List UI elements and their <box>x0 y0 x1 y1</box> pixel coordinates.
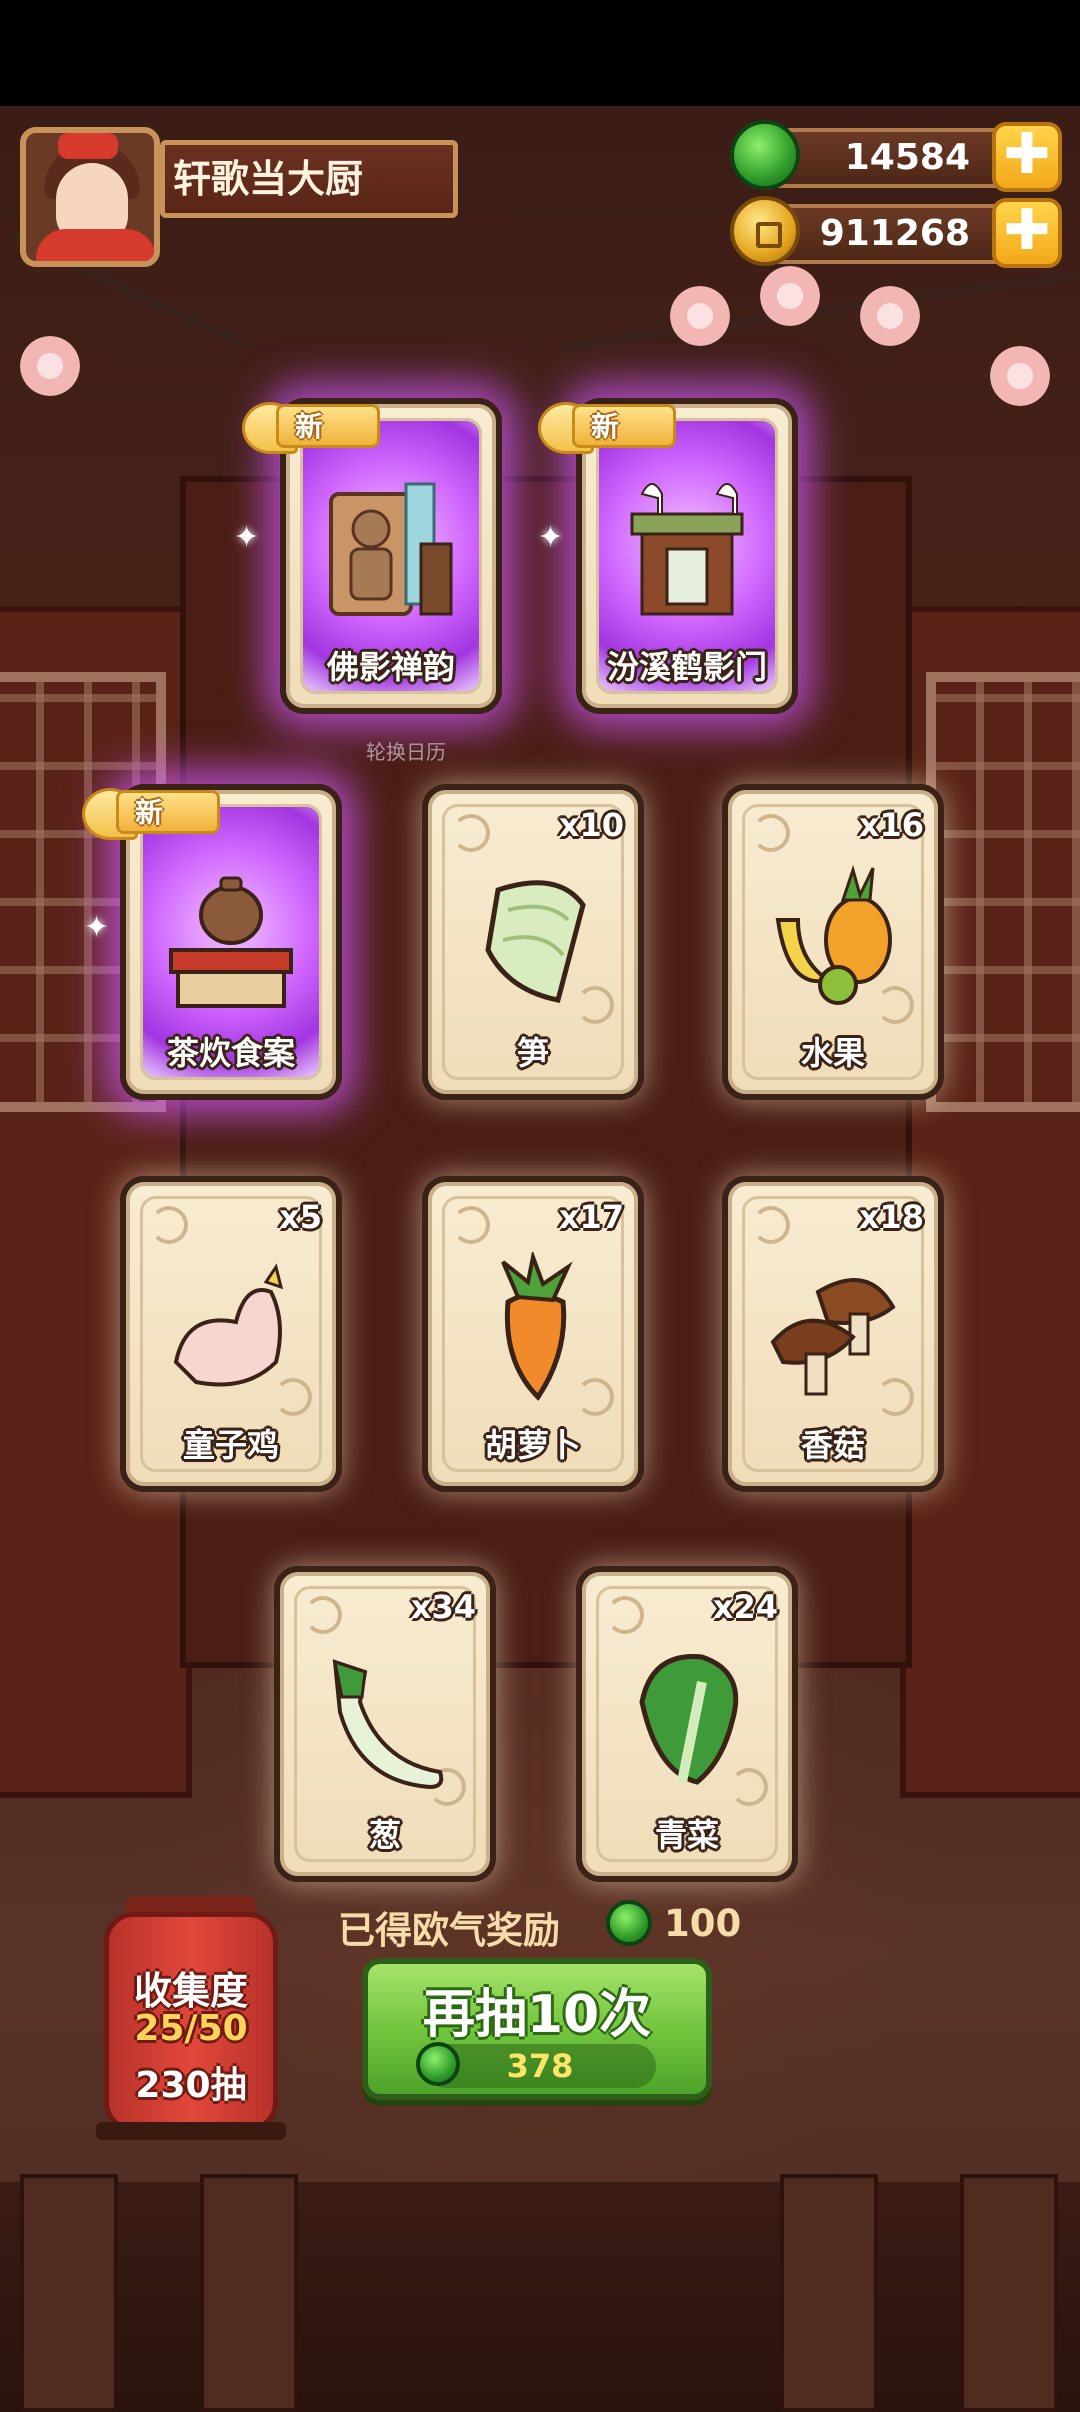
jade-icon <box>606 1900 652 1946</box>
reward-card[interactable]: 新 佛影禅韵 <box>242 398 502 714</box>
card-name: 汾溪鹤影门 <box>606 648 767 686</box>
card-quantity: x34 <box>410 1588 476 1626</box>
card-quantity: x16 <box>858 806 924 844</box>
new-badge: 新 <box>82 782 232 842</box>
collection-label: 收集度 <box>133 1969 248 2013</box>
branch <box>561 269 1079 353</box>
sparkle-icon: ✦ <box>234 520 260 555</box>
blossom <box>860 286 920 346</box>
bok-choy-icon <box>639 1654 739 1785</box>
card-name: 青菜 <box>654 1816 719 1854</box>
reward-card[interactable]: x34 葱 <box>274 1566 496 1882</box>
crane-gate-icon <box>630 483 744 616</box>
reward-amount: 100 <box>664 1902 742 1945</box>
coin-icon <box>730 196 800 266</box>
jade-icon <box>730 120 800 190</box>
reward-label: 已得欧气奖励 <box>338 1909 560 1952</box>
scallion-icon <box>332 1659 444 1790</box>
reward-card[interactable]: x10 笋 <box>422 784 644 1100</box>
card-quantity: x17 <box>558 1198 624 1236</box>
reward-card[interactable]: x17 胡萝卜 <box>422 1176 644 1492</box>
draw-button-label: 再抽10次 <box>422 1985 652 2045</box>
collection-progress: 25/50 <box>134 2008 248 2049</box>
new-badge: 新 <box>242 396 392 456</box>
card-name: 童子鸡 <box>182 1426 279 1464</box>
reward-card[interactable]: 新 茶炊食案 <box>82 784 342 1100</box>
draw-count: 230抽 <box>135 2065 247 2106</box>
fruit-icon <box>775 864 892 1005</box>
chicken-icon <box>173 1263 284 1387</box>
card-name: 水果 <box>800 1034 865 1072</box>
draw-again-button[interactable]: 再抽10次 378 <box>362 1958 712 2100</box>
teapot-table-icon <box>169 876 293 1008</box>
reward-card[interactable]: x16 水果 <box>722 784 944 1100</box>
rotation-calendar-label: 轮换日历 <box>366 740 446 764</box>
card-name: 笋 <box>516 1034 549 1072</box>
blossom <box>990 346 1050 406</box>
reward-card[interactable]: x24 青菜 <box>576 1566 798 1882</box>
add-coin-button[interactable]: ✚ <box>992 198 1062 268</box>
card-name: 茶炊食案 <box>166 1034 295 1072</box>
card-name: 佛影禅韵 <box>326 648 455 686</box>
blossom <box>670 286 730 346</box>
player-name: 轩歌当大厨 <box>160 140 458 218</box>
buddha-statue-icon <box>329 482 453 616</box>
card-name: 胡萝卜 <box>484 1426 581 1464</box>
draw-cost: 378 <box>416 2042 656 2088</box>
card-quantity: x18 <box>858 1198 924 1236</box>
card-name: 香菇 <box>800 1426 865 1464</box>
coin-currency: 911268 ✚ <box>730 196 1062 268</box>
card-quantity: x5 <box>279 1198 322 1236</box>
reward-card[interactable]: 新 汾溪鹤影门 <box>538 398 798 714</box>
mushroom-icon <box>770 1278 896 1396</box>
jade-currency: 14584 ✚ <box>730 120 1062 192</box>
jade-value: 14584 <box>844 137 970 178</box>
coin-value: 911268 <box>819 213 970 254</box>
carrot-icon <box>501 1252 573 1401</box>
avatar[interactable] <box>20 127 160 267</box>
reward-card[interactable]: x5 童子鸡 <box>120 1176 342 1492</box>
bamboo-shoot-icon <box>485 880 586 1003</box>
blossom <box>20 336 80 396</box>
add-jade-button[interactable]: ✚ <box>992 122 1062 192</box>
draw-cost-value: 378 <box>506 2047 574 2085</box>
blossom <box>760 266 820 326</box>
sparkle-icon: ✦ <box>538 520 564 555</box>
new-badge: 新 <box>538 396 688 456</box>
railing <box>0 2174 1080 2412</box>
collection-lantern[interactable]: 收集度 25/50 230抽 <box>96 1896 286 2140</box>
reward-card[interactable]: x18 香菇 <box>722 1176 944 1492</box>
sparkle-icon: ✦ <box>84 910 110 945</box>
card-quantity: x24 <box>712 1588 778 1626</box>
card-name: 葱 <box>368 1816 401 1854</box>
card-quantity: x10 <box>558 806 624 844</box>
